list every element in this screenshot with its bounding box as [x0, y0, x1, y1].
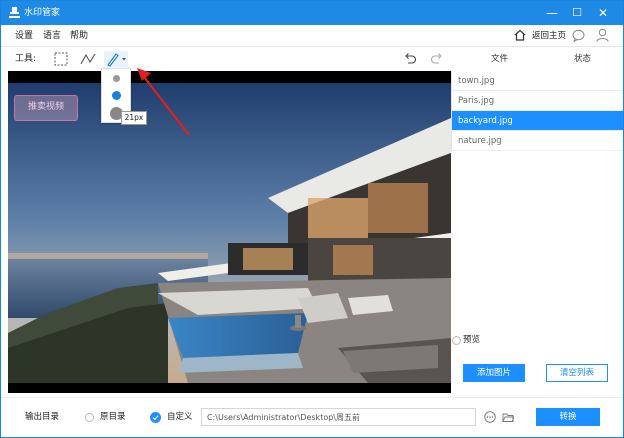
home-icon[interactable]: [514, 29, 526, 41]
open-folder-icon[interactable]: [502, 411, 514, 423]
output-path-input[interactable]: [201, 408, 476, 426]
toolbar: 工具: 文件 状态: [1, 47, 623, 71]
app-window: 水印管家 — ☐ ✕ 设置 语言 帮助 返回主页 工具: 文件 状态 推卖视频 …: [0, 0, 624, 438]
undo-icon[interactable]: [403, 52, 417, 66]
image-canvas[interactable]: 推卖视频: [8, 71, 451, 393]
preview-photo: [8, 83, 451, 383]
clear-list-button[interactable]: 清空列表: [546, 364, 608, 382]
custom-dir-label: 自定义: [167, 412, 193, 422]
add-image-button[interactable]: 添加图片: [463, 364, 525, 382]
window-title: 水印管家: [24, 8, 61, 18]
custom-dir-radio-checked-icon[interactable]: [150, 412, 161, 423]
file-row-paris[interactable]: Paris.jpg: [452, 91, 623, 111]
rect-select-tool-icon[interactable]: [51, 50, 71, 68]
tools-label: 工具:: [15, 54, 37, 64]
polyline-tool-icon[interactable]: [78, 50, 98, 68]
home-link[interactable]: 返回主页: [532, 30, 566, 42]
status-column-header: 状态: [574, 54, 592, 64]
chat-icon[interactable]: [572, 29, 585, 42]
output-dir-label: 输出目录: [25, 412, 60, 422]
file-row-nature[interactable]: nature.jpg: [452, 131, 623, 151]
title-bar: 水印管家 — ☐ ✕: [1, 1, 623, 25]
menu-language[interactable]: 语言: [43, 30, 61, 42]
brush-tool-icon[interactable]: [103, 50, 129, 68]
file-list: town.jpg Paris.jpg backyard.jpg nature.j…: [452, 71, 623, 151]
file-column-header: 文件: [491, 54, 509, 64]
close-button[interactable]: ✕: [590, 1, 616, 25]
brush-size-small[interactable]: [113, 75, 120, 82]
menu-help[interactable]: 帮助: [70, 30, 88, 42]
maximize-button[interactable]: ☐: [564, 1, 590, 25]
output-bar: 输出目录 原目录 自定义 转换: [1, 397, 623, 437]
menu-settings[interactable]: 设置: [15, 30, 33, 42]
preview-checkbox[interactable]: [452, 336, 461, 345]
brush-size-medium[interactable]: [112, 91, 121, 100]
file-row-town[interactable]: town.jpg: [452, 71, 623, 91]
user-icon[interactable]: [596, 28, 609, 42]
app-logo-icon: [9, 7, 20, 18]
original-dir-label: 原目录: [100, 412, 126, 422]
file-row-backyard[interactable]: backyard.jpg: [452, 111, 623, 131]
redo-icon[interactable]: [430, 52, 444, 66]
original-dir-radio[interactable]: [85, 413, 94, 422]
preview-label: 预览: [463, 335, 481, 345]
more-options-icon[interactable]: [484, 411, 496, 423]
minimize-button[interactable]: —: [539, 1, 565, 25]
watermark-stamp[interactable]: 推卖视频: [14, 95, 78, 121]
menu-bar: 设置 语言 帮助 返回主页: [1, 25, 623, 47]
convert-button[interactable]: 转换: [536, 408, 600, 426]
brush-size-tooltip: 21px: [121, 111, 147, 125]
